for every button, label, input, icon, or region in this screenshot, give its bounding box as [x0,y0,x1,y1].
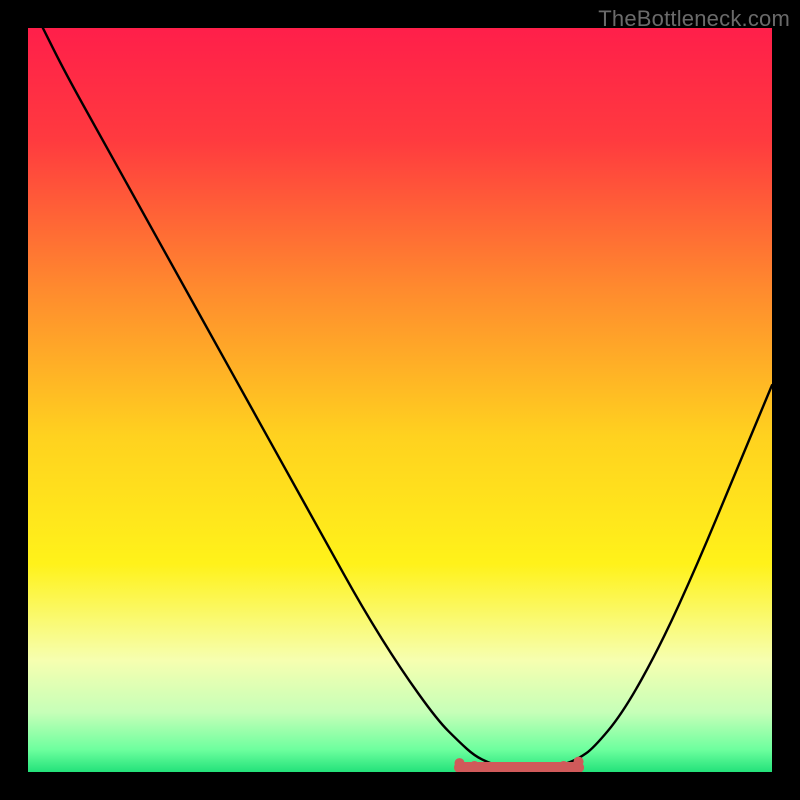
chart-frame: TheBottleneck.com [0,0,800,800]
optimal-dot [469,761,479,771]
optimal-dot [574,757,584,767]
optimal-dot [559,761,569,771]
gradient-background [28,28,772,772]
plot-area [28,28,772,772]
bottleneck-chart [28,28,772,772]
optimal-dot [455,758,465,768]
watermark-text: TheBottleneck.com [598,6,790,32]
